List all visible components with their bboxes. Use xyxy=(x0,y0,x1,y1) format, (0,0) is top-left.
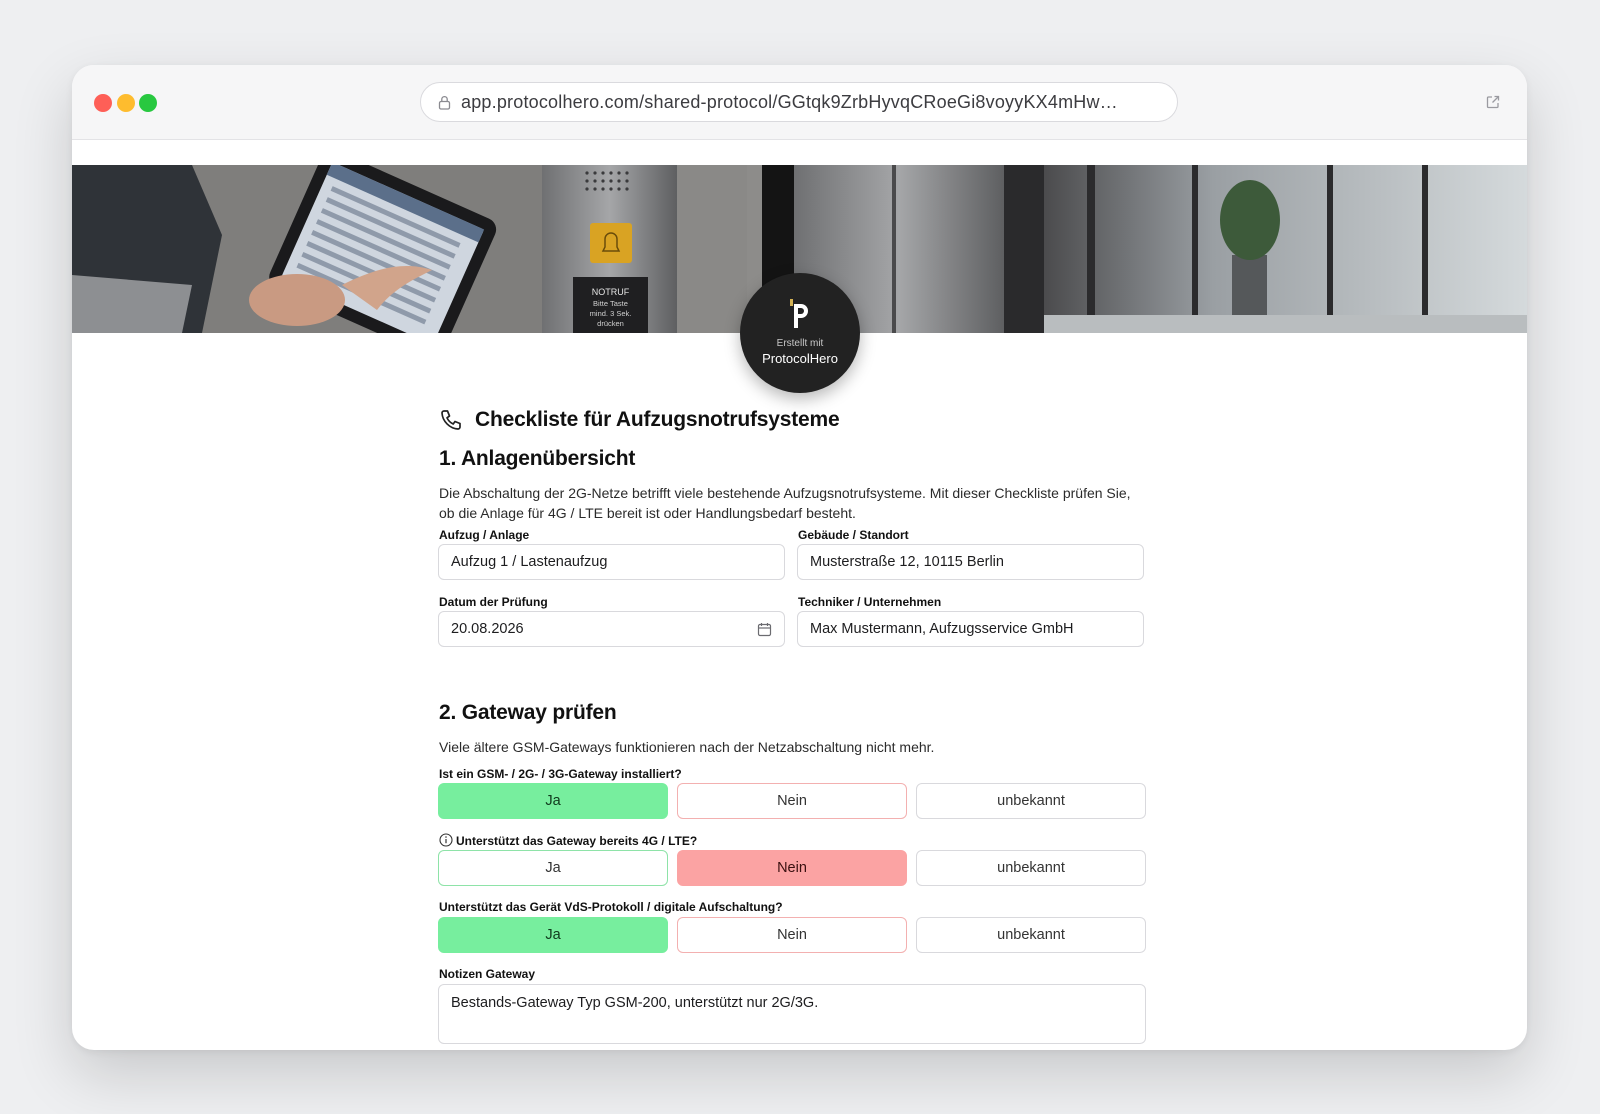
q1-option-nein[interactable]: Nein xyxy=(677,783,907,819)
calendar-icon[interactable] xyxy=(757,622,772,637)
q1-option-unbekannt[interactable]: unbekannt xyxy=(916,783,1146,819)
q1-option-ja[interactable]: Ja xyxy=(438,783,668,819)
notes-gateway-textarea[interactable]: Bestands-Gateway Typ GSM-200, unterstütz… xyxy=(438,984,1146,1044)
q2-option-unbekannt[interactable]: unbekannt xyxy=(916,850,1146,886)
browser-window: app.protocolhero.com/shared-protocol/GGt… xyxy=(72,65,1527,1050)
q3-option-ja[interactable]: Ja xyxy=(438,917,668,953)
info-icon[interactable] xyxy=(439,833,453,847)
browser-titlebar: app.protocolhero.com/shared-protocol/GGt… xyxy=(72,65,1527,140)
question-4g-lte-row: Unterstützt das Gateway bereits 4G / LTE… xyxy=(439,833,697,848)
section-1-description: Die Abschaltung der 2G-Netze betrifft vi… xyxy=(439,485,1131,521)
protocolhero-logo-badge[interactable]: Erstellt mit ProtocolHero xyxy=(740,273,860,393)
field-label-standort: Gebäude / Standort xyxy=(798,528,909,542)
section-2-title: 2. Gateway prüfen xyxy=(439,701,617,724)
maximize-window-button[interactable] xyxy=(139,94,157,112)
hero-panel-line-4: drücken xyxy=(597,319,624,328)
minimize-window-button[interactable] xyxy=(117,94,135,112)
question-4g-lte-label: Unterstützt das Gateway bereits 4G / LTE… xyxy=(456,834,698,848)
lock-icon xyxy=(438,95,451,110)
q2-option-ja[interactable]: Ja xyxy=(438,850,668,886)
field-label-anlage: Aufzug / Anlage xyxy=(439,528,530,542)
phone-icon xyxy=(441,410,461,430)
q3-option-unbekannt[interactable]: unbekannt xyxy=(916,917,1146,953)
section-2-description: Viele ältere GSM-Gateways funktionieren … xyxy=(439,739,935,755)
logo-brand-name: ProtocolHero xyxy=(762,351,838,366)
field-label-datum: Datum der Prüfung xyxy=(439,595,548,609)
techniker-input[interactable]: Max Mustermann, Aufzugsservice GmbH xyxy=(797,611,1144,647)
datum-input[interactable]: 20.08.2026 xyxy=(438,611,785,647)
question-gsm-gateway-label: Ist ein GSM- / 2G- / 3G-Gateway installi… xyxy=(439,767,682,781)
document-title-row: Checkliste für Aufzugsnotrufsysteme xyxy=(441,407,840,433)
q3-option-nein[interactable]: Nein xyxy=(677,917,907,953)
document-title: Checkliste für Aufzugsnotrufsysteme xyxy=(475,408,840,431)
anlage-input[interactable]: Aufzug 1 / Lastenaufzug xyxy=(438,544,785,580)
question-vds-label: Unterstützt das Gerät VdS-Protokoll / di… xyxy=(439,900,783,914)
close-window-button[interactable] xyxy=(94,94,112,112)
hero-panel-line-1: NOTRUF xyxy=(592,287,630,297)
hero-panel-line-2: Bitte Taste xyxy=(593,299,628,308)
datum-value: 20.08.2026 xyxy=(451,621,524,637)
hero-panel-line-3: mind. 3 Sek. xyxy=(590,309,632,318)
logo-caption: Erstellt mit xyxy=(776,338,824,349)
url-text: app.protocolhero.com/shared-protocol/GGt… xyxy=(461,91,1118,112)
standort-input[interactable]: Musterstraße 12, 10115 Berlin xyxy=(797,544,1144,580)
address-bar[interactable]: app.protocolhero.com/shared-protocol/GGt… xyxy=(420,82,1178,122)
protocolhero-logo-icon xyxy=(790,299,808,328)
q2-option-nein[interactable]: Nein xyxy=(677,850,907,886)
open-external-icon[interactable] xyxy=(1485,94,1501,110)
field-label-techniker: Techniker / Unternehmen xyxy=(798,595,942,609)
section-1-title: 1. Anlagenübersicht xyxy=(439,447,636,470)
notes-gateway-label: Notizen Gateway xyxy=(439,967,536,981)
